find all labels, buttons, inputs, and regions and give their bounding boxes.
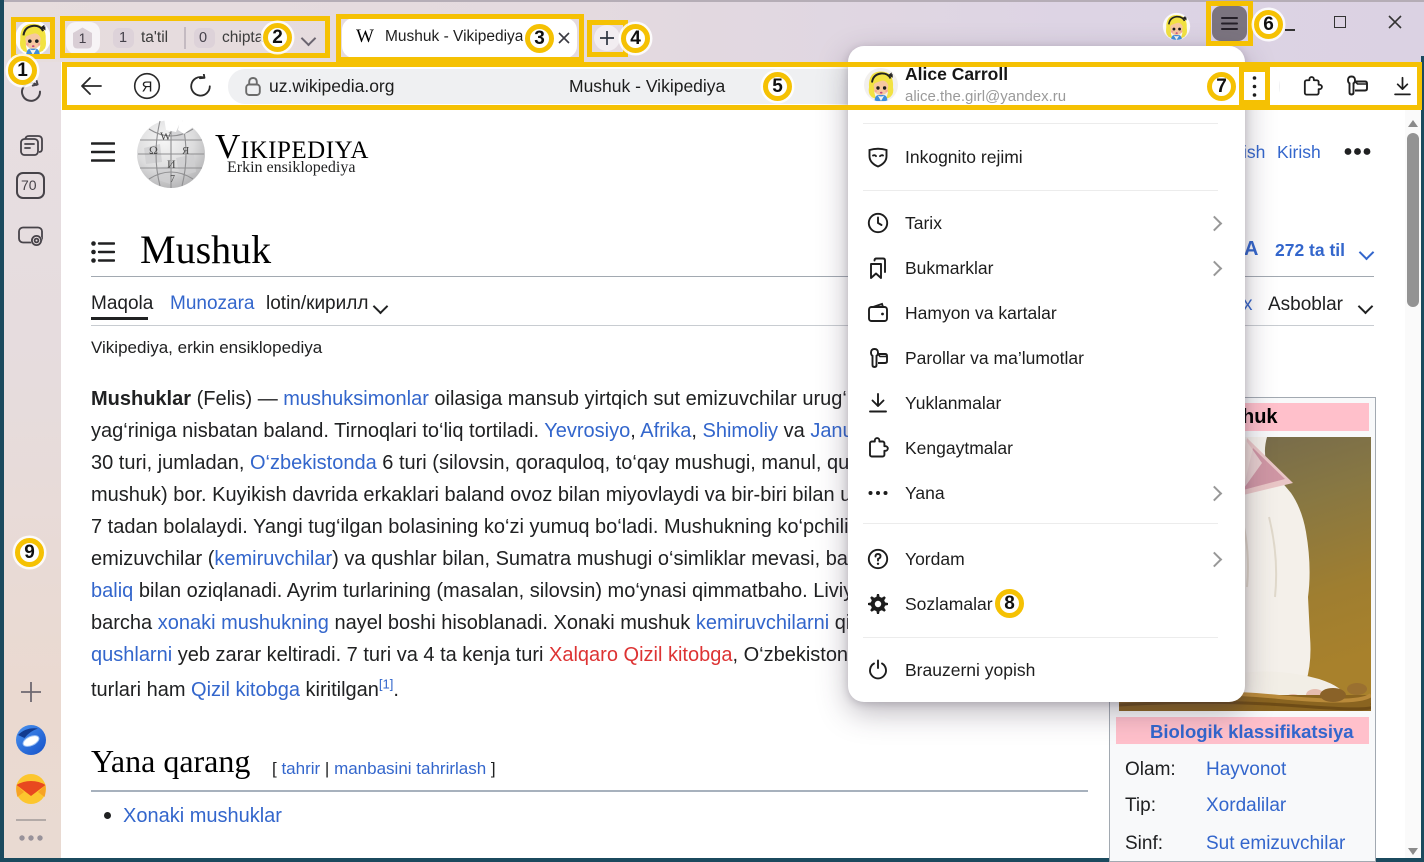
svg-text:Я: Я [182,145,190,157]
svg-text:W: W [160,129,172,143]
svg-text:7: 7 [170,174,175,185]
svg-text:Ω: Ω [149,143,158,157]
svg-text:И: И [167,157,176,171]
